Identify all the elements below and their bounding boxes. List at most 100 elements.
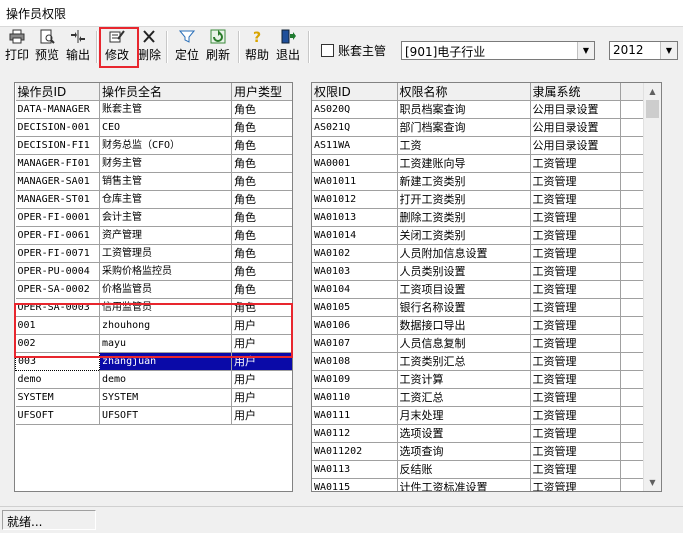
- permission-id-cell[interactable]: WA011202: [312, 442, 398, 461]
- system-cell[interactable]: 工资管理: [530, 442, 621, 461]
- table-row[interactable]: MANAGER-SA01 销售主管 角色: [15, 172, 292, 191]
- system-cell[interactable]: 公用目录设置: [530, 100, 621, 119]
- permission-id-cell[interactable]: WA0102: [312, 244, 398, 263]
- operator-name-cell[interactable]: 财务总监（CFO）: [99, 136, 232, 155]
- operator-name-cell[interactable]: 价格监管员: [99, 280, 232, 299]
- system-cell[interactable]: 工资管理: [530, 352, 621, 371]
- operator-name-cell[interactable]: 财务主管: [99, 154, 232, 173]
- table-row[interactable]: WA0106 数据接口导出 工资管理: [312, 316, 647, 335]
- permission-id-cell[interactable]: WA0103: [312, 262, 398, 281]
- account-master-checkbox[interactable]: [321, 44, 334, 57]
- permission-grid-scrollbar[interactable]: ▲ ▼: [643, 83, 661, 491]
- operator-id-cell[interactable]: SYSTEM: [15, 388, 100, 407]
- permission-id-cell[interactable]: WA01012: [312, 190, 398, 209]
- account-select[interactable]: [901]电子行业 ▼: [401, 41, 595, 60]
- table-row[interactable]: WA0104 工资项目设置 工资管理: [312, 280, 647, 299]
- system-cell[interactable]: 公用目录设置: [530, 136, 621, 155]
- system-cell[interactable]: 工资管理: [530, 154, 621, 173]
- column-header-operator-name[interactable]: 操作员全名: [99, 83, 232, 101]
- system-cell[interactable]: 工资管理: [530, 478, 621, 491]
- table-row[interactable]: WA0108 工资类别汇总 工资管理: [312, 352, 647, 371]
- user-type-cell[interactable]: 角色: [231, 136, 292, 155]
- permission-name-cell[interactable]: 人员类别设置: [397, 262, 531, 281]
- system-cell[interactable]: 公用目录设置: [530, 118, 621, 137]
- column-header-user-type[interactable]: 用户类型: [231, 83, 292, 101]
- operator-id-cell[interactable]: OPER-FI-0001: [15, 208, 100, 227]
- help-button[interactable]: ? 帮助: [243, 29, 271, 67]
- locate-button[interactable]: 定位: [173, 29, 201, 67]
- operator-name-cell[interactable]: 账套主管: [99, 100, 232, 119]
- system-cell[interactable]: 工资管理: [530, 244, 621, 263]
- permission-name-cell[interactable]: 数据接口导出: [397, 316, 531, 335]
- permission-id-cell[interactable]: WA0112: [312, 424, 398, 443]
- system-cell[interactable]: 工资管理: [530, 316, 621, 335]
- table-row[interactable]: WA0001 工资建账向导 工资管理: [312, 154, 647, 173]
- permission-id-cell[interactable]: WA0113: [312, 460, 398, 479]
- table-row[interactable]: WA01012 打开工资类别 工资管理: [312, 190, 647, 209]
- operator-name-cell[interactable]: 资产管理: [99, 226, 232, 245]
- system-cell[interactable]: 工资管理: [530, 298, 621, 317]
- permission-name-cell[interactable]: 选项设置: [397, 424, 531, 443]
- table-row[interactable]: WA0105 银行名称设置 工资管理: [312, 298, 647, 317]
- user-type-cell[interactable]: 角色: [231, 226, 292, 245]
- user-type-cell[interactable]: 角色: [231, 190, 292, 209]
- system-cell[interactable]: 工资管理: [530, 172, 621, 191]
- permission-name-cell[interactable]: 银行名称设置: [397, 298, 531, 317]
- operator-id-cell[interactable]: OPER-FI-0071: [15, 244, 100, 263]
- user-type-cell[interactable]: 用户: [231, 388, 292, 407]
- table-row[interactable]: WA011202 选项查询 工资管理: [312, 442, 647, 461]
- user-type-cell[interactable]: 角色: [231, 154, 292, 173]
- user-type-cell[interactable]: 角色: [231, 280, 292, 299]
- table-row[interactable]: AS021Q 部门档案查询 公用目录设置: [312, 118, 647, 137]
- system-cell[interactable]: 工资管理: [530, 370, 621, 389]
- user-type-cell[interactable]: 角色: [231, 244, 292, 263]
- permission-name-cell[interactable]: 删除工资类别: [397, 208, 531, 227]
- operator-name-cell[interactable]: SYSTEM: [99, 388, 232, 407]
- scrollbar-thumb[interactable]: [646, 100, 659, 118]
- permission-id-cell[interactable]: WA01013: [312, 208, 398, 227]
- export-button[interactable]: 输出: [64, 29, 92, 67]
- permission-name-cell[interactable]: 部门档案查询: [397, 118, 531, 137]
- permission-id-cell[interactable]: WA01014: [312, 226, 398, 245]
- table-row[interactable]: WA0112 选项设置 工资管理: [312, 424, 647, 443]
- permission-id-cell[interactable]: WA0110: [312, 388, 398, 407]
- permission-id-cell[interactable]: WA0001: [312, 154, 398, 173]
- permission-name-cell[interactable]: 计件工资标准设置: [397, 478, 531, 491]
- scroll-down-arrow-icon[interactable]: ▼: [644, 474, 661, 491]
- permission-name-cell[interactable]: 反结账: [397, 460, 531, 479]
- system-cell[interactable]: 工资管理: [530, 424, 621, 443]
- permission-id-cell[interactable]: AS11WA: [312, 136, 398, 155]
- operator-name-cell[interactable]: CEO: [99, 118, 232, 137]
- table-row[interactable]: AS11WA 工资 公用目录设置: [312, 136, 647, 155]
- column-header-permission-id[interactable]: 权限ID: [312, 83, 398, 101]
- table-row[interactable]: WA01011 新建工资类别 工资管理: [312, 172, 647, 191]
- chevron-down-icon[interactable]: ▼: [660, 42, 677, 59]
- table-row[interactable]: DECISION-001 CEO 角色: [15, 118, 292, 137]
- table-row[interactable]: OPER-FI-0061 资产管理 角色: [15, 226, 292, 245]
- table-row[interactable]: MANAGER-FI01 财务主管 角色: [15, 154, 292, 173]
- table-row[interactable]: OPER-FI-0071 工资管理员 角色: [15, 244, 292, 263]
- operator-id-cell[interactable]: DATA-MANAGER: [15, 100, 100, 119]
- system-cell[interactable]: 工资管理: [530, 406, 621, 425]
- permission-id-cell[interactable]: WA0106: [312, 316, 398, 335]
- refresh-button[interactable]: 刷新: [204, 29, 232, 67]
- permission-id-cell[interactable]: WA0115: [312, 478, 398, 491]
- system-cell[interactable]: 工资管理: [530, 460, 621, 479]
- operator-name-cell[interactable]: 采购价格监控员: [99, 262, 232, 281]
- permission-name-cell[interactable]: 关闭工资类别: [397, 226, 531, 245]
- system-cell[interactable]: 工资管理: [530, 262, 621, 281]
- permission-name-cell[interactable]: 工资项目设置: [397, 280, 531, 299]
- permission-name-cell[interactable]: 工资建账向导: [397, 154, 531, 173]
- operator-name-cell[interactable]: 销售主管: [99, 172, 232, 191]
- table-row[interactable]: WA0110 工资汇总 工资管理: [312, 388, 647, 407]
- system-cell[interactable]: 工资管理: [530, 280, 621, 299]
- user-type-cell[interactable]: 角色: [231, 208, 292, 227]
- table-row[interactable]: WA01013 删除工资类别 工资管理: [312, 208, 647, 227]
- operator-name-cell[interactable]: demo: [99, 370, 232, 389]
- preview-button[interactable]: 预览: [33, 29, 61, 67]
- user-type-cell[interactable]: 角色: [231, 100, 292, 119]
- operator-id-cell[interactable]: OPER-PU-0004: [15, 262, 100, 281]
- permission-id-cell[interactable]: WA01011: [312, 172, 398, 191]
- table-row[interactable]: WA0103 人员类别设置 工资管理: [312, 262, 647, 281]
- permission-name-cell[interactable]: 工资: [397, 136, 531, 155]
